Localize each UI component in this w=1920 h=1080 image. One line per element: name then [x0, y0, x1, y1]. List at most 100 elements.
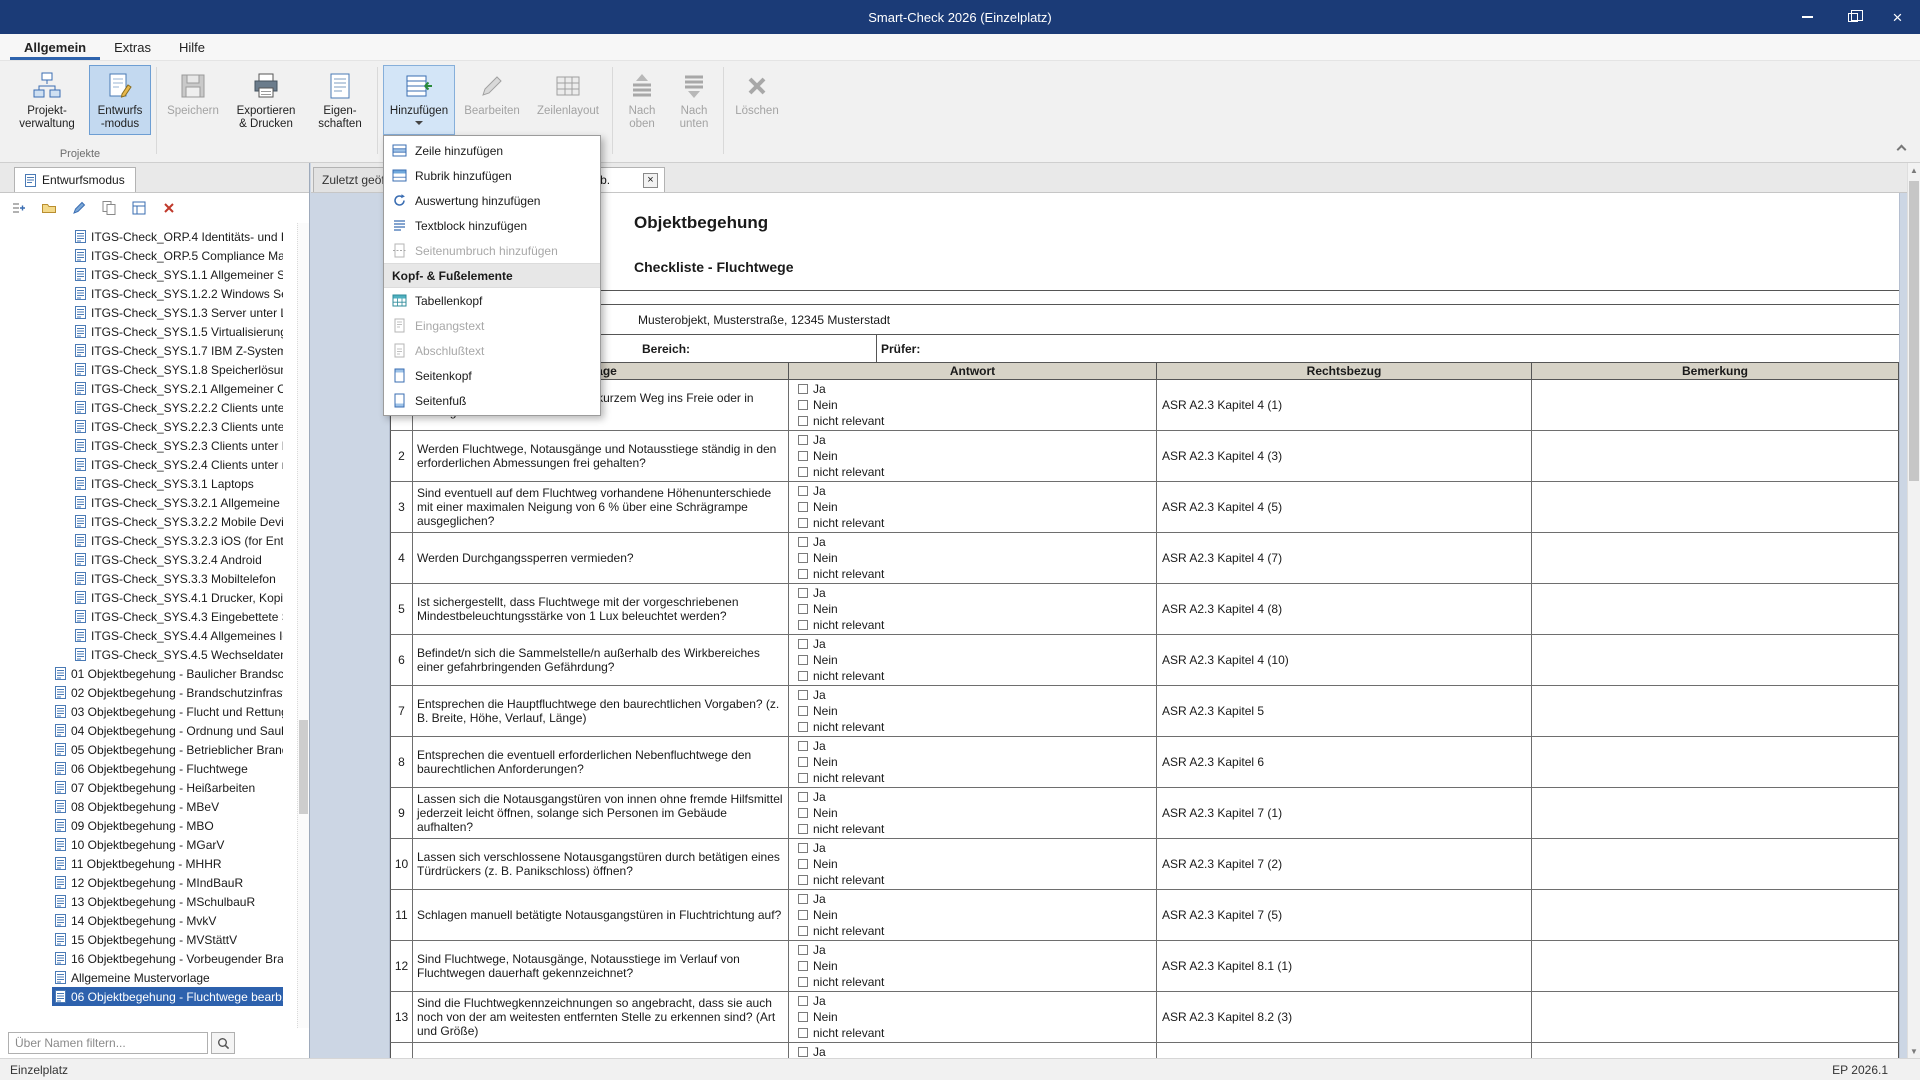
checkbox-nein[interactable] — [798, 910, 808, 920]
checkbox-ja[interactable] — [798, 435, 808, 445]
checkbox-nein[interactable] — [798, 706, 808, 716]
tree-item[interactable]: ITGS-Check_SYS.4.1 Drucker, Kopier... — [0, 588, 309, 607]
nach-oben-button[interactable]: Nach oben — [618, 65, 666, 135]
menu-item-tabellenkopf[interactable]: Tabellenkopf — [384, 288, 600, 313]
tree-scrollbar-thumb[interactable] — [299, 720, 308, 814]
checkbox-nicht-relevant[interactable] — [798, 671, 808, 681]
tree-item[interactable]: Allgemeine Mustervorlage — [0, 968, 309, 987]
tree-item[interactable]: ITGS-Check_SYS.2.3 Clients unter Lin... — [0, 436, 309, 455]
checkbox-nicht-relevant[interactable] — [798, 467, 808, 477]
tree-item[interactable]: ITGS-Check_SYS.1.2.2 Windows Ser... — [0, 284, 309, 303]
checkbox-nicht-relevant[interactable] — [798, 722, 808, 732]
tree-item[interactable]: ITGS-Check_SYS.4.4 Allgemeines IoT... — [0, 626, 309, 645]
menu-item-seitenfuss[interactable]: Seitenfuß — [384, 388, 600, 413]
tree-item[interactable]: 08 Objektbegehung - MBeV — [0, 797, 309, 816]
name-filter-input[interactable] — [8, 1032, 208, 1054]
tree-item[interactable]: ITGS-Check_SYS.1.7 IBM Z-System — [0, 341, 309, 360]
tree-item[interactable]: ITGS-Check_SYS.3.2.1 Allgemeine S... — [0, 493, 309, 512]
checkbox-nicht-relevant[interactable] — [798, 977, 808, 987]
checkbox-nicht-relevant[interactable] — [798, 518, 808, 528]
tree-item[interactable]: 12 Objektbegehung - MIndBauR — [0, 873, 309, 892]
checkbox-nicht-relevant[interactable] — [798, 875, 808, 885]
tree-item[interactable]: 04 Objektbegehung - Ordnung und Saub... — [0, 721, 309, 740]
checkbox-nein[interactable] — [798, 961, 808, 971]
checkbox-nein[interactable] — [798, 553, 808, 563]
checkbox-nicht-relevant[interactable] — [798, 824, 808, 834]
tree-item[interactable]: 11 Objektbegehung - MHHR — [0, 854, 309, 873]
scroll-up-arrow[interactable]: ▲ — [1908, 163, 1920, 177]
projektverwaltung-button[interactable]: Projekt- verwaltung — [9, 65, 85, 135]
tree-item[interactable]: ITGS-Check_SYS.1.5 Virtualisierung — [0, 322, 309, 341]
tab-close-button[interactable]: × — [643, 173, 658, 188]
tree-item[interactable]: ITGS-Check_SYS.4.3 Eingebettete Sy... — [0, 607, 309, 626]
restore-button[interactable] — [1830, 0, 1875, 34]
eigenschaften-button[interactable]: Eigen- schaften — [308, 65, 372, 135]
tree-item[interactable]: ITGS-Check_SYS.2.2.3 Clients unter ... — [0, 417, 309, 436]
checkbox-ja[interactable] — [798, 996, 808, 1006]
tree-item[interactable]: 06 Objektbegehung - Fluchtwege — [0, 759, 309, 778]
menu-item-zeile-hinzufuegen[interactable]: Zeile hinzufügen — [384, 138, 600, 163]
tree-item[interactable]: ITGS-Check_SYS.2.1 Allgemeiner Client — [0, 379, 309, 398]
checkbox-nein[interactable] — [798, 451, 808, 461]
checkbox-nicht-relevant[interactable] — [798, 773, 808, 783]
checkbox-ja[interactable] — [798, 588, 808, 598]
tree-item[interactable]: ITGS-Check_SYS.3.2.2 Mobile Device... — [0, 512, 309, 531]
checkbox-nein[interactable] — [798, 604, 808, 614]
tree-item[interactable]: ITGS-Check_SYS.2.2.2 Clients unter ... — [0, 398, 309, 417]
tree-item[interactable]: 14 Objektbegehung - MvkV — [0, 911, 309, 930]
checkbox-ja[interactable] — [798, 639, 808, 649]
tab-zuletzt-geoeffnet[interactable]: Zuletzt geöffnet — [313, 167, 385, 192]
tree-item[interactable]: 10 Objektbegehung - MGarV — [0, 835, 309, 854]
zeilenlayout-button[interactable]: Zeilenlayout — [529, 65, 607, 135]
copy-button[interactable] — [100, 199, 118, 217]
loeschen-button[interactable]: Löschen — [729, 65, 785, 135]
tree-item[interactable]: 06 Objektbegehung - Fluchtwege bearb. — [0, 987, 309, 1006]
main-scrollbar[interactable]: ▲ ▼ — [1907, 163, 1920, 1058]
tree-item[interactable]: ITGS-Check_ORP.5 Compliance Mana... — [0, 246, 309, 265]
checkbox-ja[interactable] — [798, 1047, 808, 1057]
minimize-button[interactable] — [1785, 0, 1830, 34]
tree-item[interactable]: ITGS-Check_SYS.3.3 Mobiltelefon — [0, 569, 309, 588]
properties-button[interactable] — [130, 199, 148, 217]
checkbox-ja[interactable] — [798, 741, 808, 751]
checkbox-ja[interactable] — [798, 945, 808, 955]
menu-item-textblock-hinzufuegen[interactable]: Textblock hinzufügen — [384, 213, 600, 238]
open-template-button[interactable] — [40, 199, 58, 217]
checkbox-nicht-relevant[interactable] — [798, 1028, 808, 1038]
checkbox-nein[interactable] — [798, 1012, 808, 1022]
checkbox-ja[interactable] — [798, 384, 808, 394]
tree-item[interactable]: 09 Objektbegehung - MBO — [0, 816, 309, 835]
menu-tab-hilfe[interactable]: Hilfe — [165, 34, 219, 60]
tree-item[interactable]: 01 Objektbegehung - Baulicher Brandschut… — [0, 664, 309, 683]
menu-tab-allgemein[interactable]: Allgemein — [10, 34, 100, 60]
tree-item[interactable]: 07 Objektbegehung - Heißarbeiten — [0, 778, 309, 797]
tree-item[interactable]: 03 Objektbegehung - Flucht und Rettung..… — [0, 702, 309, 721]
tree-item[interactable]: 16 Objektbegehung - Vorbeugender Bran... — [0, 949, 309, 968]
delete-button[interactable] — [160, 199, 178, 217]
nach-unten-button[interactable]: Nach unten — [670, 65, 718, 135]
tree-item[interactable]: ITGS-Check_SYS.1.1 Allgemeiner Ser... — [0, 265, 309, 284]
search-button[interactable] — [211, 1032, 235, 1054]
tree-item[interactable]: 13 Objektbegehung - MSchulbauR — [0, 892, 309, 911]
tree-item[interactable]: 02 Objektbegehung - Brandschutzinfrastr.… — [0, 683, 309, 702]
tree-item[interactable]: ITGS-Check_SYS.1.3 Server unter Lin... — [0, 303, 309, 322]
checkbox-nicht-relevant[interactable] — [798, 569, 808, 579]
tree-item[interactable]: ITGS-Check_SYS.3.1 Laptops — [0, 474, 309, 493]
tree-item[interactable]: ITGS-Check_SYS.2.4 Clients unter m... — [0, 455, 309, 474]
ribbon-collapse-button[interactable] — [1894, 140, 1908, 154]
checkbox-nein[interactable] — [798, 808, 808, 818]
tree-item[interactable]: ITGS-Check_SYS.4.5 Wechseldatentr... — [0, 645, 309, 664]
menu-tab-extras[interactable]: Extras — [100, 34, 165, 60]
exportieren-drucken-button[interactable]: Exportieren & Drucken — [228, 65, 304, 135]
tree-item[interactable]: 15 Objektbegehung - MVStättV — [0, 930, 309, 949]
checkbox-ja[interactable] — [798, 537, 808, 547]
checkbox-ja[interactable] — [798, 843, 808, 853]
scroll-down-arrow[interactable]: ▼ — [1908, 1044, 1920, 1058]
tree-item[interactable]: ITGS-Check_SYS.3.2.4 Android — [0, 550, 309, 569]
entwurfsmodus-button[interactable]: Entwurfs -modus — [89, 65, 151, 135]
checkbox-nein[interactable] — [798, 502, 808, 512]
speichern-button[interactable]: Speichern — [162, 65, 224, 135]
tree-item[interactable]: 05 Objektbegehung - Betrieblicher Brand.… — [0, 740, 309, 759]
hinzufuegen-button[interactable]: Hinzufügen — [383, 65, 455, 135]
bearbeiten-button[interactable]: Bearbeiten — [459, 65, 525, 135]
